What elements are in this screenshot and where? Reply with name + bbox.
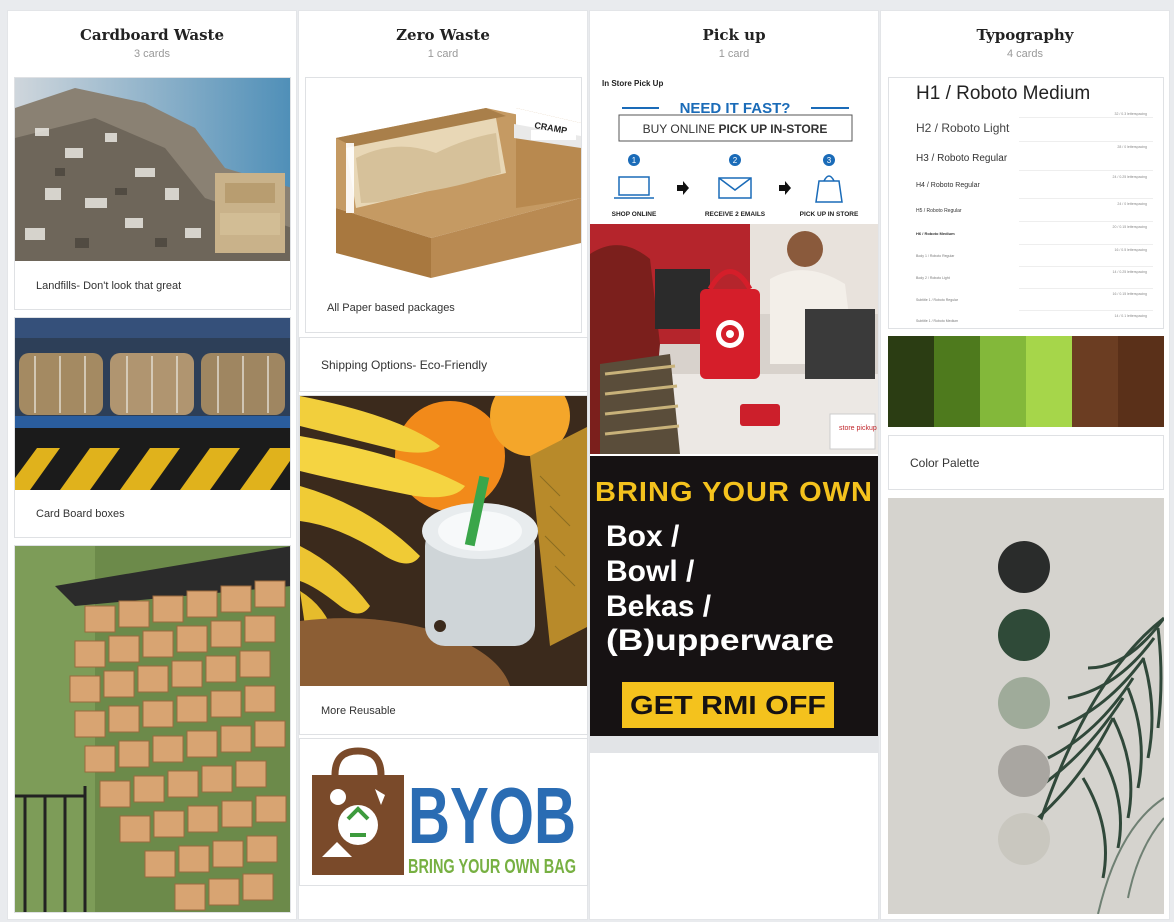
column-header[interactable]: Pick up 1 card	[590, 11, 878, 77]
byob-tagline: BRING YOUR OWN BAG	[408, 856, 576, 878]
column-title: Pick up	[702, 26, 766, 44]
column-title: Zero Waste	[396, 26, 490, 44]
card-caption: Color Palette	[910, 456, 980, 470]
divider	[1019, 244, 1153, 245]
poster-cta: GET RMI OFF	[630, 690, 826, 720]
paper-box-image: CRAMP	[306, 78, 581, 283]
divider	[1019, 266, 1153, 267]
divider	[1019, 288, 1153, 289]
type-spec-note: 14 / 0.1 letterspacing	[1114, 314, 1148, 318]
card-palm-swatches[interactable]	[888, 498, 1164, 914]
type-spec-note: 20 / 0.15 letterspacing	[1112, 225, 1147, 229]
in-store-pickup-graphic: In Store Pick Up NEED IT FAST? BUY ONLIN…	[597, 77, 873, 225]
type-spec-note: 16 / 0.5 letterspacing	[1114, 248, 1148, 252]
type-style-h5: H5 / Roboto Regular	[916, 208, 962, 214]
card-more-reusable[interactable]: More Reusable	[299, 395, 588, 735]
column-header[interactable]: Typography 4 cards	[881, 11, 1169, 77]
card-shipping-options[interactable]: Shipping Options- Eco-Friendly	[299, 337, 588, 392]
poster-line: (B)upperware	[606, 624, 834, 657]
pickup-header: In Store Pick Up	[602, 79, 663, 88]
palette-swatch	[980, 336, 1026, 427]
card-caption: Card Board boxes	[36, 508, 125, 520]
type-spec-note: 28 / 0 letterspacing	[1117, 145, 1147, 149]
poster-line: Box /	[606, 520, 680, 553]
type-spec-note: 16 / 0.15 letterspacing	[1112, 292, 1147, 296]
divider	[1019, 198, 1153, 199]
pickup-sub-plain: BUY ONLINE	[643, 122, 719, 136]
type-spec-note: 24 / 0.25 letterspacing	[1112, 175, 1147, 179]
column-title: Typography	[976, 26, 1074, 44]
store-pickup-sign: store pickup	[839, 425, 877, 432]
step-number: 3	[827, 156, 832, 165]
poster-line: Bekas /	[606, 590, 712, 623]
divider	[1019, 170, 1153, 171]
step-number: 2	[733, 156, 738, 165]
card-store-pickup-photo[interactable]: store pickup	[590, 224, 878, 454]
type-spec-note: 32 / 0.3 letterspacing	[1114, 112, 1148, 116]
type-style-h1: H1 / Roboto Medium	[916, 83, 1091, 104]
bring-your-own-poster: BRING YOUR OWN Box / Bowl / Bekas / (B)u…	[590, 456, 878, 753]
step-label: SHOP ONLINE	[612, 211, 657, 218]
wooden-plaques-image	[15, 546, 290, 912]
card-cardboard-boxes[interactable]: Card Board boxes	[14, 317, 291, 538]
column-header[interactable]: Zero Waste 1 card	[299, 11, 587, 77]
palm-swatches-image	[888, 498, 1164, 914]
pickup-sub-bold: PICK UP IN-STORE	[718, 122, 827, 136]
poster-line: Bowl /	[606, 555, 695, 588]
cardboard-bales-image	[15, 318, 290, 490]
byob-logo: BYOB BRING YOUR OWN BAG	[310, 747, 580, 879]
palette-swatch	[934, 336, 980, 427]
type-style-subtitle1: Subtitle 1 / Roboto Regular	[916, 298, 959, 302]
column-title: Cardboard Waste	[79, 26, 225, 44]
divider	[1019, 117, 1153, 118]
card-paper-packages[interactable]: CRAMP All Paper based packages	[305, 77, 582, 333]
card-caption: More Reusable	[321, 705, 396, 717]
column-card-count: 4 cards	[1006, 48, 1044, 60]
reusable-jar-image	[300, 396, 587, 686]
card-caption: All Paper based packages	[327, 302, 455, 314]
card-color-strip[interactable]	[888, 336, 1164, 427]
palette-swatch	[1118, 336, 1164, 427]
divider	[1019, 310, 1153, 311]
type-spec-note: 24 / 0 letterspacing	[1117, 202, 1147, 206]
kanban-board: Cardboard Waste 3 cards Landfills- Don't…	[0, 0, 1174, 922]
card-color-palette[interactable]: Color Palette	[888, 435, 1164, 490]
type-style-body2: Body 2 / Roboto Light	[916, 276, 950, 280]
type-style-body1: Body 1 / Roboto Regular	[916, 254, 955, 258]
store-pickup-photo: store pickup	[590, 224, 878, 454]
type-spec-note: 14 / 0.25 letterspacing	[1112, 270, 1147, 274]
type-style-subtitle2: Subtitle 1 / Roboto Medium	[916, 319, 959, 323]
byob-letters: BYOB	[408, 771, 576, 860]
divider	[1019, 141, 1153, 142]
column-header[interactable]: Cardboard Waste 3 cards	[8, 11, 296, 77]
palette-swatch	[1026, 336, 1072, 427]
divider	[1019, 221, 1153, 222]
palette-swatch	[1072, 336, 1118, 427]
svg-text:BUY ONLINE PICK UP IN-STORE: BUY ONLINE PICK UP IN-STORE	[643, 122, 828, 136]
palette-swatch	[888, 336, 934, 427]
card-in-store-pickup[interactable]: In Store Pick Up NEED IT FAST? BUY ONLIN…	[597, 77, 873, 225]
card-bring-your-own[interactable]: BRING YOUR OWN Box / Bowl / Bekas / (B)u…	[590, 456, 878, 753]
card-caption: Shipping Options- Eco-Friendly	[321, 358, 488, 372]
type-style-h6: H6 / Roboto Medium	[916, 231, 955, 236]
poster-title: BRING YOUR OWN	[595, 476, 873, 507]
card-byob-logo[interactable]: BYOB BRING YOUR OWN BAG	[299, 738, 588, 886]
type-style-h3: H3 / Roboto Regular	[916, 153, 1008, 164]
card-caption: Landfills- Don't look that great	[36, 280, 182, 292]
step-label: RECEIVE 2 EMAILS	[705, 211, 766, 218]
landfill-image	[15, 78, 290, 261]
type-style-h4: H4 / Roboto Regular	[916, 182, 980, 189]
card-type-scale[interactable]: H1 / Roboto Medium H2 / Roboto Light H3 …	[888, 77, 1164, 329]
column-card-count: 3 cards	[133, 48, 171, 60]
column-card-count: 1 card	[427, 48, 459, 60]
column-card-count: 1 card	[718, 48, 750, 60]
pickup-headline: NEED IT FAST?	[680, 100, 791, 117]
card-landfills[interactable]: Landfills- Don't look that great	[14, 77, 291, 310]
type-style-h2: H2 / Roboto Light	[916, 121, 1010, 135]
card-wooden-plaques[interactable]	[14, 545, 291, 913]
step-label: PICK UP IN STORE	[800, 211, 859, 218]
step-number: 1	[632, 156, 637, 165]
